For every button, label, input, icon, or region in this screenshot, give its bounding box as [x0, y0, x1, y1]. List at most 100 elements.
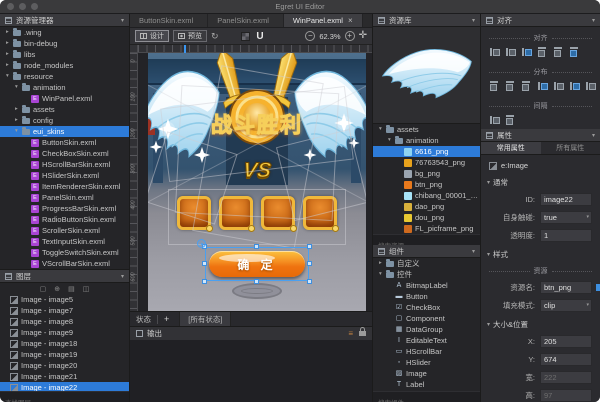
tree-item[interactable]: ToggleSwitchSkin.exml: [0, 247, 129, 258]
tree-item[interactable]: RadioButtonSkin.exml: [0, 214, 129, 225]
spacing-v-icon[interactable]: [505, 114, 516, 125]
properties-header[interactable]: 属性 ▾: [481, 129, 600, 142]
tab-all-properties[interactable]: 所有属性: [541, 142, 600, 154]
tree-item[interactable]: CheckBoxSkin.exml: [0, 148, 129, 159]
tree-item[interactable]: ScrollerSkin.exml: [0, 225, 129, 236]
add-state-button[interactable]: +: [164, 314, 169, 324]
alpha-field[interactable]: 1: [540, 229, 592, 242]
zoom-level[interactable]: 62.3%: [319, 32, 340, 41]
components-header[interactable]: 组件 ▾: [373, 245, 480, 258]
layer-item[interactable]: Image - image22: [0, 382, 129, 391]
grid-toggle-icon[interactable]: [241, 32, 250, 41]
refresh-icon[interactable]: ↻: [211, 32, 219, 41]
tree-item[interactable]: ProgressBarSkin.exml: [0, 203, 129, 214]
chevron-down-icon[interactable]: ▾: [121, 17, 124, 24]
close-icon[interactable]: ×: [348, 17, 353, 25]
tree-item[interactable]: ▸ assets: [0, 104, 129, 115]
component-item[interactable]: ▾ 控件: [373, 269, 480, 280]
component-item[interactable]: ▦ DataGroup: [373, 324, 480, 335]
selection-handle[interactable]: [202, 279, 207, 284]
selection-handle[interactable]: [307, 261, 312, 266]
resource-item[interactable]: ▾ animation: [373, 135, 480, 146]
output-console[interactable]: [130, 340, 372, 402]
tree-item[interactable]: HSliderSkin.exml: [0, 170, 129, 181]
editor-tab[interactable]: PanelSkin.exml: [208, 14, 284, 27]
preview-mode-button[interactable]: 预览: [173, 30, 207, 42]
explorer-header[interactable]: 资源管理器 ▾: [0, 14, 129, 27]
layer-item[interactable]: Image - image18: [0, 338, 129, 349]
design-mode-button[interactable]: 设计: [135, 30, 169, 42]
all-states-tab[interactable]: [所有状态]: [179, 312, 231, 327]
tree-item[interactable]: ▸ config: [0, 115, 129, 126]
editor-tab[interactable]: WinPanel.exml ×: [284, 14, 363, 27]
tree-item[interactable]: HScrollBarSkin.exml: [0, 159, 129, 170]
distribute-top-icon[interactable]: [489, 80, 500, 91]
expander-arrow-icon[interactable]: ▸: [15, 104, 22, 115]
touch-enabled-select[interactable]: true: [540, 211, 592, 224]
selection-handle[interactable]: [307, 279, 312, 284]
expander-arrow-icon[interactable]: ▾: [15, 82, 22, 93]
zoom-in-icon[interactable]: +: [345, 31, 355, 41]
pick-resource-button[interactable]: [596, 284, 600, 291]
item-slot[interactable]: [219, 196, 253, 230]
spacing-h-icon[interactable]: [489, 114, 500, 125]
expander-arrow-icon[interactable]: ▾: [6, 71, 13, 82]
section-size-position[interactable]: 大小&位置: [487, 319, 594, 330]
tree-item[interactable]: TextInputSkin.exml: [0, 236, 129, 247]
distribute-left-icon[interactable]: [537, 80, 548, 91]
pan-tool-icon[interactable]: ✛: [359, 31, 367, 41]
distribute-hspace-icon[interactable]: [585, 80, 596, 91]
component-item[interactable]: A BitmapLabel: [373, 280, 480, 291]
item-slot[interactable]: [303, 196, 337, 230]
tree-item[interactable]: PanelSkin.exml: [0, 192, 129, 203]
design-canvas[interactable]: 战斗胜利 VS 确 定: [138, 53, 372, 311]
expander-arrow-icon[interactable]: ▾: [15, 126, 22, 137]
tree-item[interactable]: ▸ bin-debug: [0, 38, 129, 49]
resource-item[interactable]: bg_png: [373, 168, 480, 179]
delete-layer-icon[interactable]: ▢: [40, 285, 47, 293]
expander-arrow-icon[interactable]: ▾: [388, 135, 395, 146]
tree-item[interactable]: ▾ eui_skins: [0, 126, 129, 137]
resource-item[interactable]: dao_png: [373, 201, 480, 212]
layer-item[interactable]: Image - image7: [0, 305, 129, 316]
output-header[interactable]: 输出 ≡: [130, 326, 372, 340]
tree-item[interactable]: ▾ animation: [0, 82, 129, 93]
selection-handle[interactable]: [254, 244, 259, 249]
width-field[interactable]: 222: [540, 371, 592, 384]
component-item[interactable]: ☑ CheckBox: [373, 302, 480, 313]
align-center-h-icon[interactable]: [505, 46, 516, 57]
tree-item[interactable]: VScrollBarSkin.exml: [0, 258, 129, 269]
filter-output-icon[interactable]: ≡: [348, 330, 353, 338]
chevron-down-icon[interactable]: ▾: [121, 273, 124, 280]
tree-item[interactable]: ButtonSkin.exml: [0, 137, 129, 148]
chevron-down-icon[interactable]: ▾: [472, 17, 475, 24]
tree-item[interactable]: ▸ node_modules: [0, 60, 129, 71]
expander-arrow-icon[interactable]: ▾: [379, 269, 386, 280]
design-stage[interactable]: 战斗胜利 VS 确 定: [148, 53, 366, 311]
tree-item[interactable]: ▸ .wing: [0, 27, 129, 38]
component-item[interactable]: ▸ 自定义: [373, 258, 480, 269]
layer-item[interactable]: Image - image19: [0, 349, 129, 360]
component-item[interactable]: ◦ HSlider: [373, 357, 480, 368]
align-left-icon[interactable]: [489, 46, 500, 57]
component-item[interactable]: ▬ Button: [373, 291, 480, 302]
layers-search-input[interactable]: [0, 399, 129, 402]
component-item[interactable]: I EditableText: [373, 335, 480, 346]
layer-item[interactable]: Image - image21: [0, 371, 129, 382]
selection-handle[interactable]: [254, 279, 259, 284]
layer-item[interactable]: Image - image5: [0, 294, 129, 305]
id-field[interactable]: image22: [540, 193, 592, 206]
align-top-icon[interactable]: [537, 46, 548, 57]
x-field[interactable]: 205: [540, 335, 592, 348]
height-field[interactable]: 97: [540, 389, 592, 402]
editor-tab[interactable]: ButtonSkin.exml: [130, 14, 208, 27]
item-slot[interactable]: [261, 196, 295, 230]
selection-handle[interactable]: [202, 261, 207, 266]
expander-arrow-icon[interactable]: ▸: [6, 49, 13, 60]
tab-common-properties[interactable]: 常用属性: [481, 142, 541, 154]
distribute-bottom-icon[interactable]: [521, 80, 532, 91]
align-middle-v-icon[interactable]: [553, 46, 564, 57]
resource-item[interactable]: 76763543_png: [373, 157, 480, 168]
expander-arrow-icon[interactable]: ▸: [6, 60, 13, 71]
zoom-out-icon[interactable]: −: [305, 31, 315, 41]
